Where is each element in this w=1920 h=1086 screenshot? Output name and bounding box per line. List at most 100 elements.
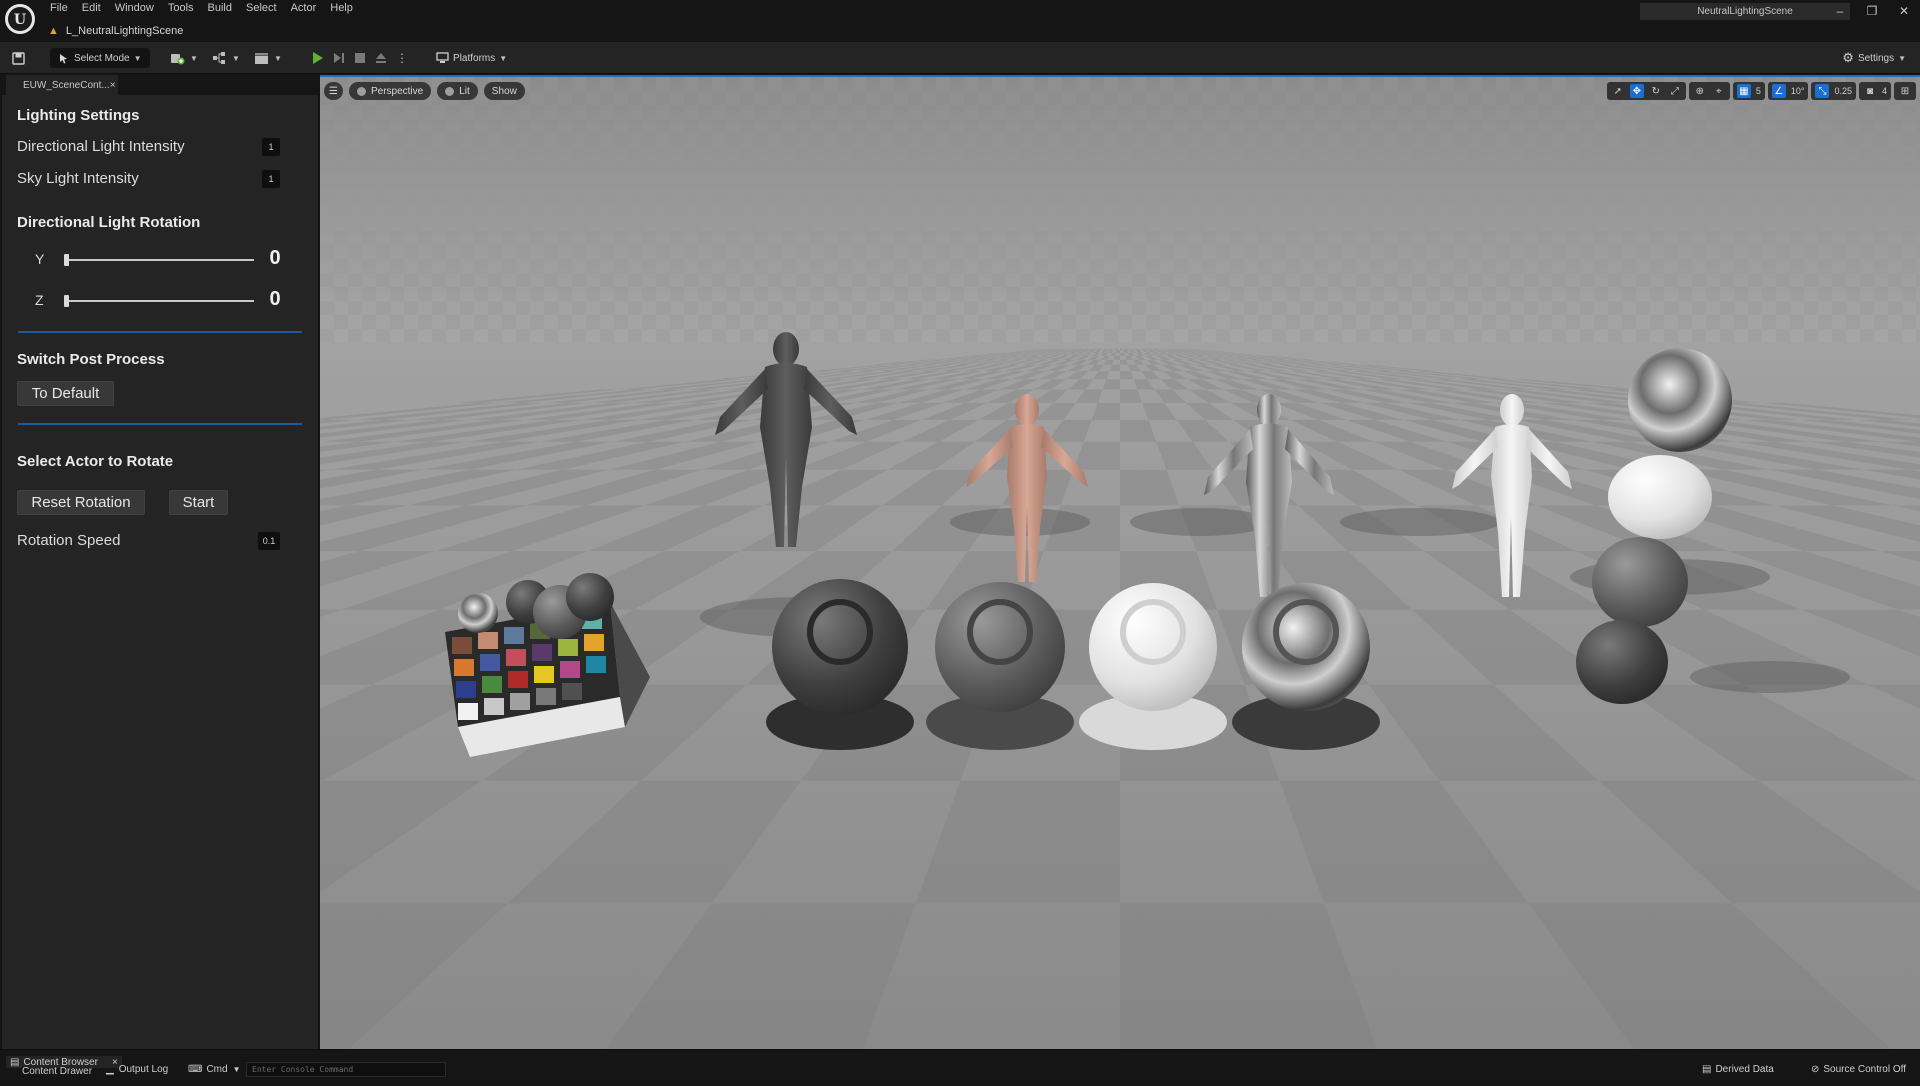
layout-icon[interactable]: ⊞	[1898, 84, 1912, 98]
scale-snap-value[interactable]: 0.25	[1834, 86, 1852, 96]
stop-icon[interactable]	[354, 51, 366, 65]
world-icon[interactable]: ⊕	[1693, 84, 1707, 98]
slider-thumb[interactable]	[64, 295, 69, 307]
menu-window[interactable]: Window	[109, 0, 162, 16]
close-icon[interactable]: ×	[110, 80, 116, 91]
folder-icon: ▤	[10, 1056, 20, 1068]
more-options-icon[interactable]: ⋮	[396, 51, 408, 65]
directional-light-intensity-input[interactable]: 1	[262, 138, 280, 156]
platforms-icon	[436, 52, 449, 63]
menu-help[interactable]: Help	[324, 0, 361, 16]
cinematics-button[interactable]: ▼	[254, 48, 282, 68]
derived-data-label: Derived Data	[1715, 1064, 1774, 1075]
play-icon[interactable]	[312, 51, 324, 65]
scale-icon[interactable]: ⤢	[1668, 84, 1682, 98]
z-axis-label: Z	[35, 292, 44, 308]
rotation-speed-label: Rotation Speed	[17, 532, 121, 549]
advance-frame-icon[interactable]	[333, 51, 345, 65]
menu-actor[interactable]: Actor	[285, 0, 325, 16]
scene-control-panel: Lighting Settings Directional Light Inte…	[0, 95, 318, 1049]
output-log-button[interactable]: ▁ Output Log	[106, 1064, 168, 1075]
select-mode-dropdown[interactable]: Select Mode ▼	[50, 48, 150, 68]
slider-thumb[interactable]	[64, 254, 69, 266]
grid-snap-group: ▦ 5	[1732, 82, 1765, 100]
platforms-dropdown[interactable]: Platforms ▼	[436, 48, 507, 68]
panel-tab-bar: EUW_SceneCont... ×	[0, 75, 320, 95]
cursor-icon	[60, 53, 67, 63]
source-control-icon: ⊘	[1811, 1064, 1820, 1075]
chevron-down-icon: ▼	[1898, 53, 1906, 63]
level-icon: ▲	[48, 25, 59, 37]
viewport-right-toolbar: ➚ ✥ ↻ ⤢ ⊕ ⌖ ▦ 5 ∠ 10° ⤡ 0.25 ◙ 4 ⊞	[1606, 82, 1916, 100]
clapperboard-icon	[255, 53, 268, 64]
unreal-logo-icon[interactable]: U	[5, 4, 35, 34]
cmd-dropdown[interactable]: ⌨ Cmd ▼	[188, 1064, 240, 1075]
add-actor-button[interactable]: ▼	[170, 48, 198, 68]
menu-build[interactable]: Build	[202, 0, 240, 16]
camera-speed-group: ◙ 4	[1858, 82, 1891, 100]
reset-rotation-button[interactable]: Reset Rotation	[17, 490, 145, 515]
output-log-label: Output Log	[118, 1064, 169, 1075]
z-rotation-value: 0	[269, 288, 281, 310]
rotation-snap-value[interactable]: 10°	[1791, 86, 1805, 96]
close-button[interactable]: ✕	[1888, 0, 1920, 22]
eject-icon[interactable]	[375, 51, 387, 65]
viewport-left-toolbar: ☰ Perspective Lit Show	[324, 82, 525, 100]
select-actor-title: Select Actor to Rotate	[17, 453, 174, 470]
level-viewport[interactable]: ☰ Perspective Lit Show ➚ ✥ ↻ ⤢ ⊕ ⌖ ▦ 5 ∠…	[320, 75, 1920, 1049]
translate-icon[interactable]: ✥	[1629, 84, 1644, 98]
scale-snap-icon[interactable]: ⤡	[1815, 84, 1830, 98]
save-icon[interactable]	[12, 48, 25, 68]
rotation-snap-group: ∠ 10°	[1767, 82, 1809, 100]
rotation-speed-input[interactable]: 0.1	[258, 532, 280, 550]
viewport-menu-button[interactable]: ☰	[324, 82, 343, 100]
directional-light-rotation-title: Directional Light Rotation	[17, 214, 201, 231]
title-bar: U File Edit Window Tools Build Select Ac…	[0, 0, 1920, 42]
camera-speed-value[interactable]: 4	[1882, 86, 1887, 96]
perspective-icon	[356, 86, 366, 96]
hamburger-icon: ☰	[329, 85, 338, 97]
y-axis-label: Y	[35, 251, 45, 267]
restore-button[interactable]: ❐	[1856, 0, 1888, 22]
menu-tools[interactable]: Tools	[162, 0, 202, 16]
y-rotation-slider[interactable]	[64, 253, 254, 267]
console-command-input[interactable]: Enter Console Command	[246, 1062, 446, 1077]
sky-light-intensity-input[interactable]: 1	[262, 170, 280, 188]
play-controls: ⋮	[312, 48, 408, 68]
minimize-button[interactable]: –	[1824, 0, 1856, 22]
window-controls: – ❐ ✕	[1824, 0, 1920, 22]
chevron-down-icon: ▼	[274, 53, 282, 63]
level-tab[interactable]: ▲ L_NeutralLightingScene	[48, 21, 183, 41]
material-sphere-dark[interactable]	[766, 579, 914, 750]
menu-file[interactable]: File	[44, 0, 76, 16]
lit-label: Lit	[459, 85, 470, 97]
to-default-button[interactable]: To Default	[17, 381, 114, 406]
camera-icon[interactable]: ◙	[1863, 84, 1877, 98]
menu-bar: File Edit Window Tools Build Select Acto…	[44, 0, 361, 16]
lit-icon	[445, 86, 455, 96]
menu-edit[interactable]: Edit	[76, 0, 109, 16]
panel-tab[interactable]: EUW_SceneCont... ×	[6, 75, 118, 95]
surface-snap-icon[interactable]: ⌖	[1712, 84, 1726, 98]
show-button[interactable]: Show	[483, 82, 525, 100]
lit-button[interactable]: Lit	[437, 82, 478, 100]
content-drawer-button[interactable]: Content Drawer	[22, 1066, 92, 1077]
grid-snap-value[interactable]: 5	[1756, 86, 1761, 96]
settings-dropdown[interactable]: ⚙ Settings ▼	[1842, 48, 1906, 68]
transform-tools: ➚ ✥ ↻ ⤢	[1606, 82, 1686, 100]
lighting-settings-title: Lighting Settings	[17, 107, 140, 124]
rotate-icon[interactable]: ↻	[1649, 84, 1663, 98]
select-icon[interactable]: ➚	[1611, 84, 1625, 98]
source-control-button[interactable]: ⊘ Source Control Off	[1811, 1064, 1906, 1075]
perspective-button[interactable]: Perspective	[348, 82, 432, 100]
rotation-snap-icon[interactable]: ∠	[1771, 84, 1786, 98]
z-rotation-slider[interactable]	[64, 294, 254, 308]
grid-snap-icon[interactable]: ▦	[1736, 84, 1751, 98]
menu-select[interactable]: Select	[240, 0, 285, 16]
start-button[interactable]: Start	[169, 490, 228, 515]
derived-data-button[interactable]: ▤ Derived Data	[1702, 1064, 1774, 1075]
coordinate-tools: ⊕ ⌖	[1688, 82, 1730, 100]
viewport-scene[interactable]	[320, 77, 1920, 1049]
blueprint-button[interactable]: ▼	[212, 48, 240, 68]
chevron-down-icon: ▼	[190, 53, 198, 63]
